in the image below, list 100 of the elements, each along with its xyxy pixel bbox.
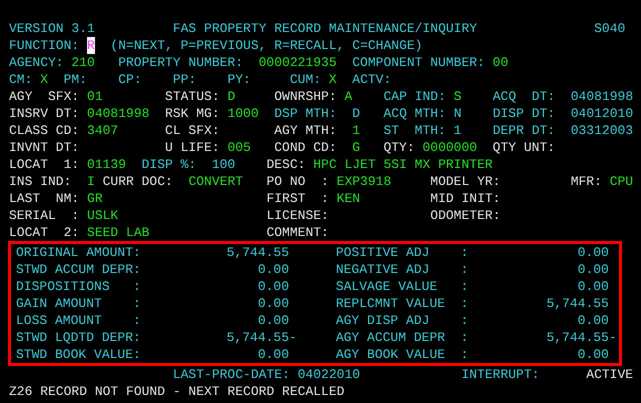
field-value: 3407 <box>87 122 118 139</box>
amount-label: DISPOSITIONS : <box>16 278 141 295</box>
field-label: PROPERTY NUMBER: <box>118 54 244 71</box>
field-label: 04081998 <box>570 88 634 105</box>
field-label: INVNT DT: <box>9 139 80 156</box>
field-label: DISP DT: <box>492 105 556 122</box>
field-label: PM: <box>64 71 88 88</box>
amount-value: 0.00 <box>576 312 610 329</box>
field-label: CAP IND: <box>383 88 446 105</box>
field-label: ACTIVE <box>586 366 634 383</box>
amount-value: 0.00 <box>576 244 610 261</box>
field-label: N <box>454 105 462 122</box>
field-value: CONVERT <box>188 173 244 190</box>
field-label: INSRV DT: <box>9 105 80 122</box>
amount-value: 0.00 <box>576 346 610 363</box>
field-label: PY: <box>227 71 251 88</box>
field-value: S <box>454 88 462 105</box>
field-label: AGENCY: <box>9 54 64 71</box>
status-message: Z26 RECORD NOT FOUND - NEXT RECORD RECALLED <box>9 383 346 400</box>
field-value: CPU <box>610 173 634 190</box>
field-value: 005 <box>227 139 251 156</box>
field-value: SEED LAB <box>87 224 150 241</box>
amount-label: AGY ACCUM DEPR : <box>336 329 468 346</box>
field-value: A <box>344 88 352 105</box>
field-label: S040 <box>594 20 626 37</box>
amount-value: 0.00 <box>256 346 290 363</box>
amount-label: STWD LQDTD DEPR: <box>16 329 141 346</box>
amount-label: LOSS AMOUNT : <box>16 312 141 329</box>
field-label: STATUS: <box>165 88 220 105</box>
field-label: COND CD: <box>274 139 337 156</box>
field-label: LAST-PROC-DATE: 04022010 <box>172 366 360 383</box>
function-field[interactable]: R <box>87 37 95 54</box>
field-label: LICENSE: <box>266 207 329 224</box>
field-value: GR <box>87 190 103 207</box>
field-label: FIRST : <box>266 190 329 207</box>
field-label: MFR: <box>570 173 602 190</box>
field-label: FAS PROPERTY RECORD MAINTENANCE/INQUIRY <box>172 20 478 37</box>
amount-label: AGY BOOK VALUE : <box>336 346 468 363</box>
field-label: 04012010 <box>570 105 634 122</box>
field-value: 1 <box>352 122 360 139</box>
amount-value: 0.00 <box>256 312 290 329</box>
amount-label: AGY DISP ADJ : <box>336 312 468 329</box>
field-value: KEN <box>336 190 360 207</box>
field-label: ACTV: <box>352 71 392 88</box>
field-label: (N=NEXT, P=PREVIOUS, R=RECALL, C=CHANGE) <box>110 37 422 54</box>
field-label: MODEL YR: <box>430 173 500 190</box>
field-label: CL SFX: <box>165 122 220 139</box>
field-label: AGY MTH: <box>274 122 337 139</box>
field-value: 210 <box>71 54 95 71</box>
amount-label: REPLCMNT VALUE : <box>336 295 468 312</box>
amount-label: POSITIVE ADJ : <box>336 244 468 261</box>
field-label: COMPONENT NUMBER: <box>352 54 485 71</box>
field-value: 01 <box>87 88 103 105</box>
field-label: DEPR DT: <box>492 122 556 139</box>
field-label: QTY: <box>383 139 415 156</box>
field-label: LAST NM: <box>9 190 80 207</box>
field-value: X <box>40 71 48 88</box>
field-label: FUNCTION: <box>9 37 80 54</box>
field-value: HPC LJET 5SI MX PRINTER <box>313 156 493 173</box>
field-value: I <box>87 173 95 190</box>
field-label: PO NO : <box>266 173 329 190</box>
field-label: CURR DOC: <box>102 173 173 190</box>
amount-value: 5,744.55 <box>226 244 290 261</box>
field-label: CM: <box>9 71 32 88</box>
field-label: D <box>352 105 360 122</box>
field-value: 0000221935 <box>258 54 337 71</box>
field-label: CUM: <box>290 71 322 88</box>
amount-value: 0.00 <box>576 278 610 295</box>
field-label: LOCAT 2: <box>9 224 80 241</box>
field-label: ACQ DT: <box>492 88 556 105</box>
amount-label: STWD BOOK VALUE: <box>16 346 141 363</box>
field-label: DSP MTH: <box>274 105 337 122</box>
field-label: 100 <box>212 156 236 173</box>
field-value: EXP3918 <box>336 173 392 190</box>
field-label: ODOMETER: <box>430 207 500 224</box>
amount-value: 0.00 <box>576 261 610 278</box>
amount-value: 0.00 <box>256 295 290 312</box>
field-value: 1000 <box>227 105 259 122</box>
amount-value: 5,744.55- <box>545 329 617 346</box>
field-label: MID INIT: <box>430 190 500 207</box>
amount-value: 0.00 <box>256 278 290 295</box>
field-label: PP: <box>172 71 196 88</box>
field-label: ST MTH: <box>383 122 446 139</box>
field-value: X <box>328 71 337 88</box>
field-label: CP: <box>118 71 142 88</box>
field-label: OWNRSHP: <box>274 88 337 105</box>
field-label: 03312003 <box>570 122 634 139</box>
field-value: D <box>227 88 236 105</box>
amount-value: 0.00 <box>256 261 290 278</box>
field-label: SERIAL : <box>9 207 80 224</box>
field-label: INTERRUPT: <box>461 366 540 383</box>
field-label: DISP %: <box>142 156 196 173</box>
field-value: G <box>352 139 360 156</box>
field-label: ACQ MTH: <box>383 105 446 122</box>
field-label: VERSION 3.1 <box>9 20 95 37</box>
field-label: CLASS CD: <box>9 122 80 139</box>
field-label: DESC: <box>266 156 306 173</box>
field-label: U LIFE: <box>165 139 220 156</box>
field-value: 00 <box>492 54 508 71</box>
field-label: COMMENT: <box>266 224 329 241</box>
